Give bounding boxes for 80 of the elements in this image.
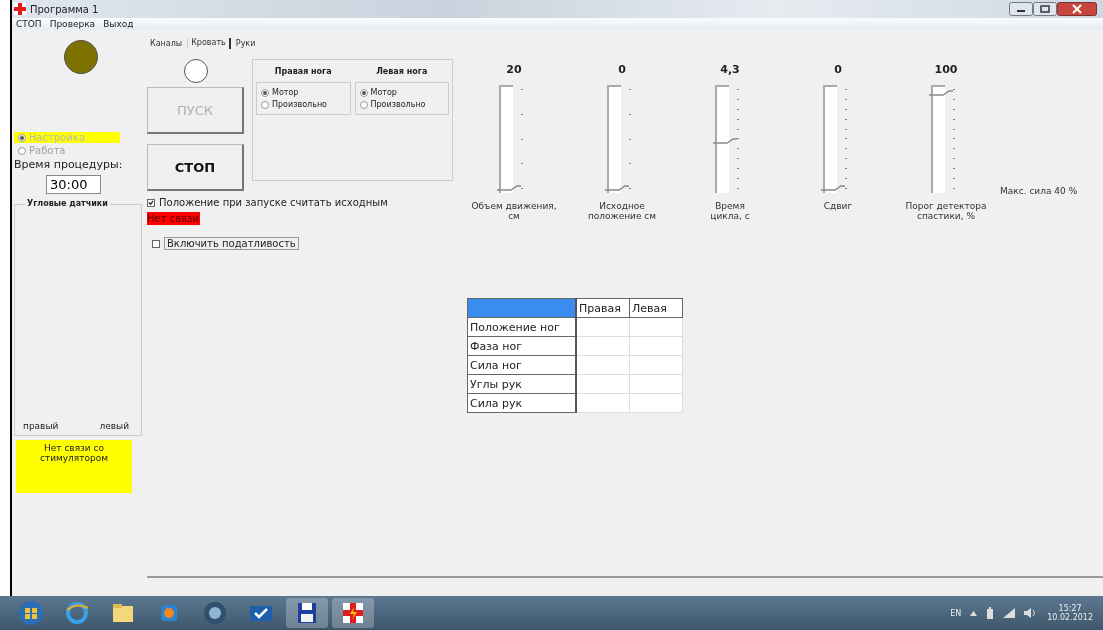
radio-label: Настройка (29, 132, 86, 143)
medical-cross-taskbar-button[interactable] (332, 598, 374, 628)
medical-cross-icon (340, 600, 366, 626)
table-cell[interactable] (576, 355, 630, 375)
slider-thumb[interactable] (713, 138, 737, 144)
group-title: Угловые датчики (25, 199, 110, 208)
tab[interactable]: Руки (232, 38, 259, 48)
maximize-button[interactable] (1033, 2, 1057, 16)
sensor-label: левый (99, 421, 129, 431)
checkbox[interactable] (147, 198, 155, 207)
radio-button[interactable] (359, 100, 368, 109)
table-cell[interactable] (576, 393, 630, 413)
slider-thumb[interactable] (497, 185, 521, 191)
start-orb-icon (18, 600, 44, 626)
procedure-time-label: Время процедуры: (14, 158, 124, 171)
stop-button[interactable]: СТОП (147, 144, 244, 191)
tray-arrow-icon[interactable] (970, 610, 978, 616)
radio-label: Произвольно (272, 100, 327, 109)
signal-icon[interactable] (1003, 608, 1016, 618)
row-header: Углы рук (467, 374, 576, 394)
battery-icon[interactable] (986, 607, 995, 619)
slider-value: 0 (834, 63, 842, 78)
slider-value: 0 (618, 63, 626, 78)
radio-label: Мотор (370, 88, 397, 97)
radio-label: Произвольно (370, 100, 426, 109)
status-lamp (183, 59, 208, 83)
close-button[interactable] (1057, 2, 1097, 16)
table-cell[interactable] (629, 393, 683, 413)
radio-label: Работа (29, 145, 66, 156)
slider-label: Сдвиг (822, 201, 854, 211)
browser-icon (64, 600, 90, 626)
language-indicator[interactable]: EN (950, 608, 962, 618)
floppy-disk-taskbar-button[interactable] (286, 598, 328, 628)
status-lamp (64, 40, 98, 74)
row-header: Фаза ног (467, 336, 576, 356)
checkbox[interactable] (152, 239, 160, 248)
slider-value: 20 (506, 63, 522, 78)
slider-thumb[interactable] (929, 90, 953, 96)
slider-thumb[interactable] (821, 185, 845, 191)
stimulator-status: Нет связи со стимулятором (16, 440, 132, 493)
menu-item[interactable]: СТОП (16, 19, 42, 29)
menu-item[interactable]: Выход (103, 19, 134, 29)
tab[interactable]: Кровать (187, 37, 231, 49)
tab[interactable]: Каналы (147, 38, 186, 48)
slider-value: 4,3 (720, 63, 740, 78)
table-cell[interactable] (629, 336, 683, 356)
slider-label: Исходное положение см (586, 201, 658, 221)
table-cell[interactable] (629, 355, 683, 375)
max-force-label: Макс. сила 40 % (1000, 186, 1078, 198)
sensor-label: правый (23, 421, 59, 431)
group-title: Левая нога (376, 67, 428, 76)
slider-label: Время цикла, с (710, 201, 750, 221)
connection-status: Нет связи (147, 212, 200, 225)
radio-button[interactable] (261, 88, 269, 97)
column-header: Левая (629, 298, 683, 318)
menu-item[interactable]: Проверка (49, 19, 96, 29)
slider-value: 100 (934, 63, 958, 78)
group-title: Правая нога (274, 67, 332, 76)
procedure-time-field[interactable]: 30:00 (46, 175, 101, 194)
table-cell[interactable] (629, 374, 683, 394)
table-cell[interactable] (629, 317, 683, 337)
radio-button[interactable] (359, 88, 368, 97)
slider-thumb[interactable] (605, 185, 629, 191)
radio-label: Мотор (272, 88, 299, 97)
clock[interactable]: 15:27 10.02.2012 (1047, 604, 1093, 622)
table-cell[interactable] (576, 336, 630, 356)
minimize-button[interactable] (1009, 2, 1033, 16)
slider-label: Объем движения, см (470, 201, 558, 221)
checkbox-label: Положение при запуске считать исходным (159, 197, 388, 208)
table-cell[interactable] (576, 317, 630, 337)
window-title: Программа 1 (30, 3, 99, 15)
row-header: Положение ног (467, 317, 576, 337)
row-header: Сила ног (467, 355, 576, 375)
checkbox-label: Включить податливость (164, 237, 299, 250)
radio-button[interactable] (261, 100, 269, 109)
table-cell[interactable] (576, 374, 630, 394)
column-header: Правая (576, 298, 630, 318)
app-icon (14, 3, 26, 15)
row-header: Сила рук (467, 393, 576, 413)
slider-label: Порог детектора спастики, % (904, 201, 988, 221)
